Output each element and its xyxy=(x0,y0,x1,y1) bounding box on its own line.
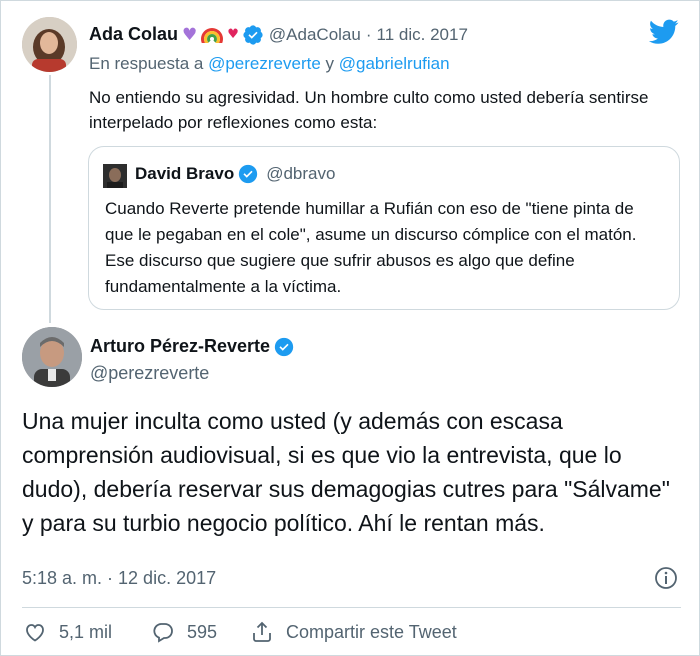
avatar-arturo-perez-reverte[interactable] xyxy=(22,327,82,387)
like-button[interactable]: 5,1 mil xyxy=(23,620,112,644)
main-tweet-text: Una mujer inculta como usted (y además c… xyxy=(22,408,670,536)
parent-display-name[interactable]: Ada Colau xyxy=(89,24,178,45)
purple-heart-icon: ♥ xyxy=(182,24,198,45)
twitter-bird-icon[interactable] xyxy=(649,19,679,45)
quoted-tweet-text: Cuando Reverte pretende humillar a Rufiá… xyxy=(105,199,637,296)
main-handle[interactable]: @perezreverte xyxy=(90,363,209,384)
reply-user-link-1[interactable]: @perezreverte xyxy=(208,54,321,73)
heart-icon xyxy=(26,624,44,642)
tweet-embed-card: Ada Colau ♥ ♥ @AdaColau · 11 dic. 2017 E… xyxy=(0,0,700,656)
avatar-david-bravo xyxy=(103,164,127,190)
reply-joiner: y xyxy=(325,54,335,73)
verified-badge-icon xyxy=(243,24,263,45)
rainbow-icon xyxy=(201,27,224,43)
share-label: Compartir este Tweet xyxy=(286,621,457,642)
actions-divider xyxy=(22,607,681,608)
parent-date[interactable]: 11 dic. 2017 xyxy=(377,25,468,45)
avatar-ada-colau[interactable] xyxy=(22,17,77,72)
reply-to-line: En respuesta a @perezreverte y @gabrielr… xyxy=(89,54,450,74)
parent-tweet-header: Ada Colau ♥ ♥ @AdaColau · 11 dic. 2017 xyxy=(89,24,468,45)
like-count: 5,1 mil xyxy=(59,621,113,642)
parent-tweet-text: No entiendo su agresividad. Un hombre cu… xyxy=(89,88,649,132)
share-icon xyxy=(253,621,271,642)
reply-prefix: En respuesta a xyxy=(89,54,204,73)
verified-badge-icon xyxy=(274,337,294,356)
share-button[interactable]: Compartir este Tweet xyxy=(250,620,457,644)
parent-separator: · xyxy=(365,24,372,44)
verified-badge-icon xyxy=(239,164,258,184)
quoted-tweet-card[interactable]: David Bravo @dbravo Cuando Reverte prete… xyxy=(88,146,680,310)
info-icon[interactable] xyxy=(654,566,678,590)
red-heart-icon: ♥ xyxy=(227,27,239,42)
reply-count: 595 xyxy=(187,621,218,642)
quoted-tweet-header: David Bravo @dbravo xyxy=(135,164,335,184)
quoted-display-name: David Bravo xyxy=(135,164,235,183)
reply-user-link-2[interactable]: @gabrielrufian xyxy=(339,54,450,73)
quoted-handle: @dbravo xyxy=(266,164,336,183)
main-tweet-header: Arturo Pérez-Reverte xyxy=(90,336,294,357)
parent-handle[interactable]: @AdaColau xyxy=(269,25,361,45)
reply-bubble-icon xyxy=(153,623,173,643)
thread-connector-line xyxy=(49,75,51,323)
main-tweet-timestamp[interactable]: 5:18 a. m. · 12 dic. 2017 xyxy=(22,568,216,589)
reply-button[interactable]: 595 xyxy=(151,620,217,644)
main-display-name[interactable]: Arturo Pérez-Reverte xyxy=(90,336,270,357)
